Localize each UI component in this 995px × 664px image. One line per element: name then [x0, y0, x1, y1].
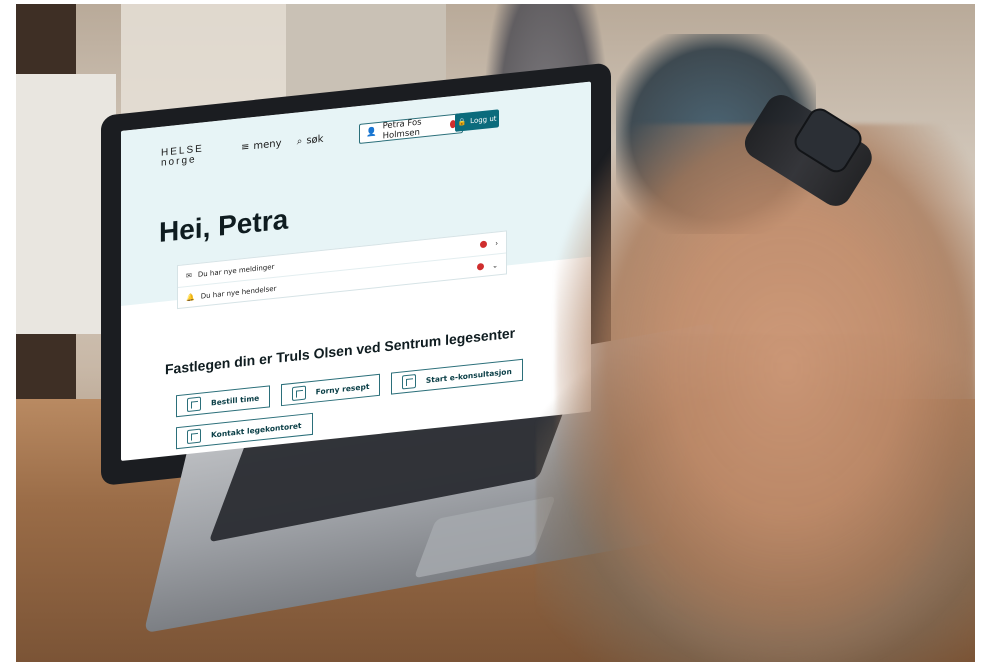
logout-label: Logg ut	[470, 114, 497, 126]
prescription-icon	[291, 385, 306, 402]
person-arm	[556, 124, 975, 662]
chevron-right-icon: ›	[495, 238, 498, 248]
action-label: Start e-konsultasjon	[425, 366, 512, 385]
search-icon: ⌕	[296, 135, 303, 148]
notification-label: Du har nye meldinger	[197, 262, 275, 279]
photo: HELSE norge ≡ meny ⌕ søk 👤 Petra Fos Hol…	[16, 4, 975, 662]
notification-right: ›	[480, 239, 498, 249]
notification-left: ✉ Du har nye meldinger	[186, 262, 274, 279]
notification-left: 🔔 Du har nye hendelser	[186, 284, 276, 302]
notification-label: Du har nye hendelser	[200, 284, 277, 301]
user-icon: 👤	[366, 127, 377, 139]
consultation-icon	[401, 374, 416, 390]
renew-prescription-button[interactable]: Forny resept	[280, 373, 381, 407]
action-label: Forny resept	[315, 381, 370, 397]
action-label: Kontakt legekontoret	[211, 420, 302, 440]
action-label: Bestill time	[211, 392, 260, 408]
bell-icon: 🔔	[186, 292, 195, 302]
book-appointment-button[interactable]: Bestill time	[176, 385, 271, 418]
laptop-screen: HELSE norge ≡ meny ⌕ søk 👤 Petra Fos Hol…	[121, 81, 591, 461]
mail-icon: ✉	[186, 271, 192, 280]
notification-dot	[477, 262, 485, 271]
start-e-consultation-button[interactable]: Start e-konsultasjon	[390, 358, 523, 395]
hamburger-icon: ≡	[241, 141, 250, 154]
calendar-icon	[187, 396, 201, 413]
contact-icon	[187, 428, 201, 445]
chevron-down-icon: ⌄	[492, 260, 498, 270]
lock-icon: 🔒	[457, 117, 467, 127]
search-label: søk	[306, 133, 324, 147]
notification-right: ⌄	[477, 261, 498, 271]
notification-dot	[480, 240, 488, 249]
